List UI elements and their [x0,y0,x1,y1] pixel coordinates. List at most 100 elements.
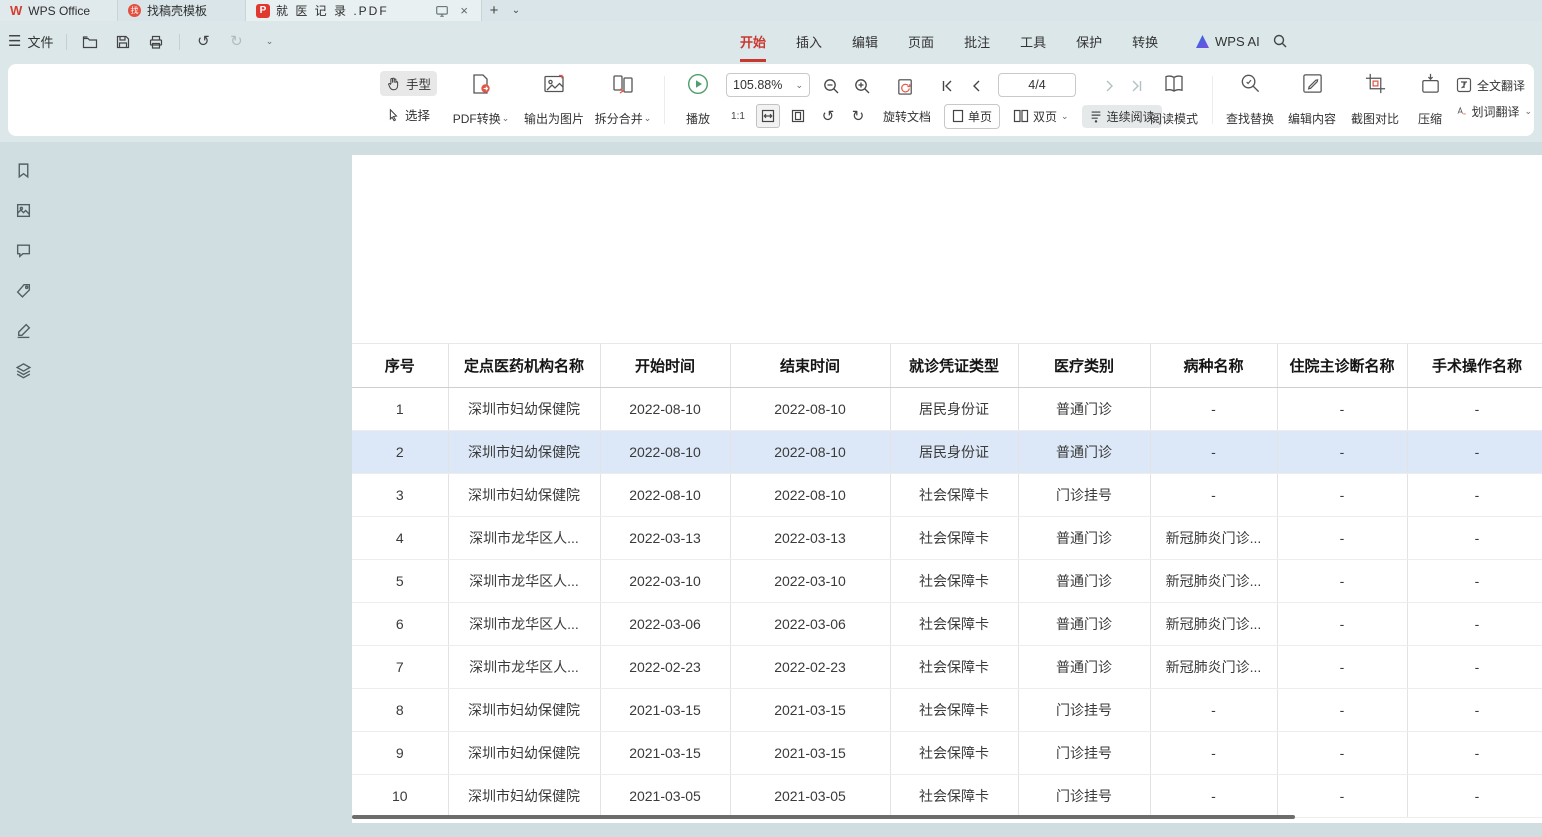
table-cell: - [1407,474,1542,517]
single-page-button[interactable]: 单页 [944,104,1000,129]
cursor-icon [386,108,400,122]
tab-template[interactable]: 找 找稿壳模板 [118,0,246,21]
compress-button[interactable]: 压缩 [1408,69,1452,131]
layers-panel-button[interactable] [11,358,35,382]
print-icon[interactable] [146,31,166,53]
edit-content-button[interactable]: 编辑内容 [1282,69,1342,131]
table-cell: 2022-03-10 [730,560,890,603]
table-row: 7深圳市龙华区人...2022-02-232022-02-23社会保障卡普通门诊… [352,646,1542,689]
table-row: 10深圳市妇幼保健院2021-03-052021-03-05社会保障卡门诊挂号-… [352,775,1542,818]
template-icon: 找 [128,4,141,17]
column-header: 医疗类别 [1018,344,1150,388]
chevron-down-icon: ⌄ [1061,112,1069,121]
fit-window-button[interactable] [894,75,916,97]
page-number-input[interactable] [998,73,1076,97]
table-cell: 2022-08-10 [730,388,890,431]
next-page-button[interactable] [1098,75,1120,97]
signature-panel-button[interactable] [11,318,35,342]
zoom-level-select[interactable]: 105.88% ⌄ [726,73,810,97]
toolbar-divider [1212,76,1213,124]
table-cell: 社会保障卡 [890,603,1018,646]
table-cell: 普通门诊 [1018,646,1150,689]
wps-logo-icon: W [10,4,22,17]
double-page-label: 双页 [1033,108,1057,125]
document-canvas[interactable]: 序号定点医药机构名称开始时间结束时间就诊凭证类型医疗类别病种名称住院主诊断名称手… [45,142,1542,837]
table-cell: 普通门诊 [1018,517,1150,560]
tab-wps-office[interactable]: W WPS Office [0,0,118,21]
screenshot-compare-button[interactable]: 截图对比 [1344,69,1406,131]
menu-search-icon[interactable] [1272,33,1288,49]
open-file-icon[interactable] [80,31,100,53]
pdf-convert-button[interactable]: PDF转换⌄ [448,69,514,131]
ribbon-tab-3[interactable]: 编辑 [852,21,878,62]
fit-page-button[interactable] [786,104,810,128]
ribbon-tab-5[interactable]: 批注 [964,21,990,62]
open-in-window-icon[interactable] [433,4,451,18]
full-translate-button[interactable]: 全文翻译 [1456,72,1532,98]
redo-icon[interactable]: ↻ [226,31,246,53]
read-mode-button[interactable]: 阅读模式 [1144,69,1204,131]
rotate-left-button[interactable]: ↺ [816,104,840,128]
ribbon-tab-2[interactable]: 插入 [796,21,822,62]
layers-icon [15,362,32,379]
prev-page-button[interactable] [966,75,988,97]
table-cell: 2 [352,431,448,474]
undo-history-chevron-icon[interactable]: ⌄ [259,31,279,53]
tab-list-chevron-icon[interactable]: ⌄ [506,0,526,21]
wps-ai-button[interactable]: WPS AI [1196,21,1260,62]
close-tab-icon[interactable]: × [457,3,471,18]
table-cell: 2022-08-10 [730,474,890,517]
rotate-doc-button[interactable]: 旋转文档 [876,105,938,128]
horizontal-scrollbar[interactable] [352,815,1295,819]
rotate-right-button[interactable]: ↻ [846,104,870,128]
export-image-button[interactable]: 输出为图片 [520,69,588,131]
table-cell: 深圳市龙华区人... [448,560,600,603]
double-page-button[interactable]: 双页 ⌄ [1006,105,1076,128]
table-cell: 3 [352,474,448,517]
table-cell: - [1150,474,1277,517]
column-header: 住院主诊断名称 [1277,344,1407,388]
undo-icon[interactable]: ↺ [193,31,213,53]
table-cell: 2022-03-13 [600,517,730,560]
ribbon-tab-8[interactable]: 转换 [1132,21,1158,62]
table-cell: 深圳市妇幼保健院 [448,732,600,775]
bookmark-panel-button[interactable] [11,158,35,182]
ribbon-tab-1[interactable]: 开始 [740,21,766,62]
save-icon[interactable] [113,31,133,53]
thumbnails-panel-button[interactable] [11,198,35,222]
split-merge-button[interactable]: 拆分合并⌄ [590,69,656,131]
tab-document-active[interactable]: P 就 医 记 录 .PDF × [246,0,482,21]
new-tab-button[interactable]: + [482,0,506,21]
comments-panel-button[interactable] [11,238,35,262]
table-cell: 2022-03-06 [600,603,730,646]
table-cell: - [1150,388,1277,431]
column-header: 定点医药机构名称 [448,344,600,388]
table-cell: 社会保障卡 [890,560,1018,603]
find-replace-button[interactable]: 查找替换 [1220,69,1280,131]
table-cell: 社会保障卡 [890,517,1018,560]
word-translate-icon [1456,103,1466,119]
first-page-button[interactable] [936,75,958,97]
hand-tool-button[interactable]: 手型 [380,71,437,96]
select-tool-button[interactable]: 选择 [380,102,436,127]
ribbon-tab-7[interactable]: 保护 [1076,21,1102,62]
table-cell: 社会保障卡 [890,775,1018,818]
fit-width-button[interactable] [756,104,780,128]
attachments-panel-button[interactable] [11,278,35,302]
zoom-out-button[interactable] [820,75,842,97]
tab-label: WPS Office [28,4,90,18]
column-header: 结束时间 [730,344,890,388]
table-cell: - [1407,646,1542,689]
table-cell: 2021-03-15 [600,689,730,732]
actual-size-button[interactable]: 1:1 [726,104,750,128]
table-cell: 4 [352,517,448,560]
word-translate-label: 划词翻译 [1471,103,1519,120]
file-menu-button[interactable]: ☰ 文件 [8,32,53,51]
play-button[interactable]: 播放 [675,69,721,131]
table-cell: - [1277,431,1407,474]
full-translate-label: 全文翻译 [1477,77,1525,94]
ribbon-tab-4[interactable]: 页面 [908,21,934,62]
zoom-in-button[interactable] [851,75,873,97]
ribbon-tab-6[interactable]: 工具 [1020,21,1046,62]
word-translate-button[interactable]: 划词翻译 ⌄ [1456,98,1532,124]
